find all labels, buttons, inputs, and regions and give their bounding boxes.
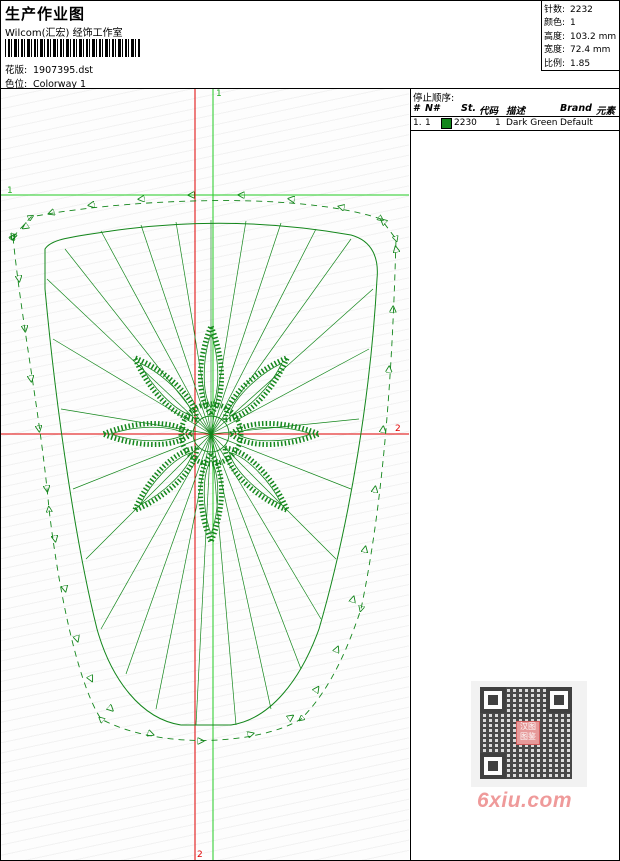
- col-stitches: St.: [461, 103, 476, 114]
- design-value: 1907395.dst: [33, 65, 94, 76]
- row-brand: Default: [560, 118, 593, 128]
- col-brand: Brand: [560, 103, 592, 114]
- axis-label-bottom: 2: [197, 850, 203, 860]
- colorway-label: 色位:: [5, 79, 28, 90]
- header: 生产作业图 Wilcom(汇宏) 经饰工作室 花版: 1907395.dst 色位…: [1, 1, 619, 90]
- col-element: 元素: [596, 106, 616, 117]
- row-index: 1.: [413, 118, 422, 128]
- embroidery-drawing: 1 1 2 2: [1, 89, 409, 860]
- qr-code: 汉图 图鉴: [480, 687, 572, 779]
- stop-sequence-header: # N# St. 代码 描述 Brand 元素: [411, 102, 620, 117]
- stat-stitches: 针数: 2232: [544, 5, 593, 15]
- production-sheet: 生产作业图 Wilcom(汇宏) 经饰工作室 花版: 1907395.dst 色位…: [0, 0, 620, 861]
- stat-scale: 比例: 1.85: [544, 58, 591, 69]
- outer-border-stitch: [13, 200, 396, 741]
- row-description: Dark Green: [506, 118, 558, 128]
- row-stitches: 2230: [454, 118, 477, 128]
- colorway-info: 色位: Colorway 1: [5, 76, 86, 90]
- col-needle: N#: [425, 103, 440, 114]
- stat-width: 宽度: 72.4 mm: [544, 45, 611, 56]
- company-name: Wilcom(汇宏) 经饰工作室: [5, 28, 123, 39]
- stat-colors: 颜色: 1: [544, 18, 576, 29]
- design-info: 花版: 1907395.dst: [5, 62, 93, 76]
- axis-label-left: 1: [7, 186, 13, 196]
- stats-box: 针数: 2232 颜色: 1 高度: 103.2 mm 宽度: 72.4 mm 比例: 1…: [541, 1, 619, 71]
- barcode: [5, 39, 141, 57]
- qr-watermark: 汉图 图鉴: [471, 681, 587, 787]
- site-watermark: 6xiu.com: [477, 789, 573, 812]
- axis-label-right: 2: [395, 424, 401, 434]
- col-code: 代码: [479, 106, 499, 117]
- page-title: 生产作业图: [5, 5, 86, 23]
- seal-stamp: 汉图 图鉴: [516, 721, 540, 745]
- row-code: 1: [495, 118, 501, 128]
- col-index: #: [413, 103, 420, 114]
- table-row[interactable]: 1. 1 2230 1 Dark Green Default: [411, 117, 620, 131]
- design-canvas[interactable]: 1 1 2 2: [1, 89, 409, 860]
- radial-fill-lines: [46, 220, 374, 726]
- thread-color-swatch: [441, 118, 452, 129]
- col-description: 描述: [506, 106, 526, 117]
- stat-height: 高度: 103.2 mm: [544, 31, 617, 42]
- row-needle: 1: [425, 118, 431, 128]
- design-label: 花版:: [5, 65, 28, 76]
- axis-label-top: 1: [216, 89, 222, 99]
